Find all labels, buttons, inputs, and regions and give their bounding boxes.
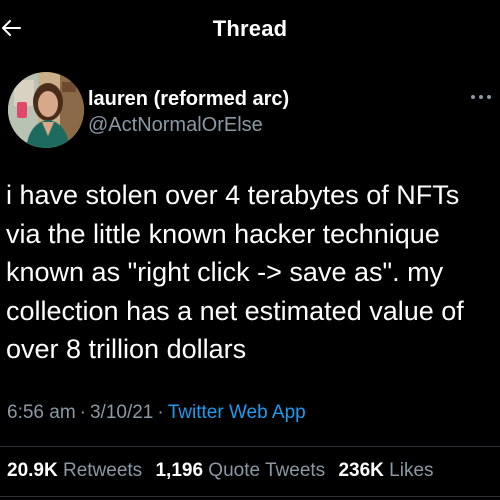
- more-horizontal-icon: [471, 95, 491, 99]
- author-handle[interactable]: @ActNormalOrElse: [88, 114, 263, 137]
- page-title: Thread: [212, 16, 288, 41]
- tweet-source-link[interactable]: Twitter Web App: [168, 402, 306, 423]
- retweets-label: Retweets: [62, 460, 143, 481]
- header: Thread: [0, 0, 500, 58]
- more-options-button[interactable]: [470, 90, 492, 102]
- quote-tweets-count: 1,196: [155, 460, 204, 481]
- likes-stat[interactable]: 236K Likes: [338, 460, 433, 481]
- avatar[interactable]: [8, 72, 84, 148]
- tweet-date[interactable]: 3/10/21: [90, 402, 153, 423]
- meta-separator: ·: [79, 402, 86, 423]
- likes-label: Likes: [389, 460, 434, 481]
- tweet-metadata: 6:56 am · 3/10/21 · Twitter Web App: [7, 402, 306, 424]
- divider: [0, 496, 500, 497]
- retweets-stat[interactable]: 20.9K Retweets: [7, 460, 142, 481]
- author-display-name[interactable]: lauren (reformed arc): [88, 88, 289, 111]
- quote-tweets-stat[interactable]: 1,196 Quote Tweets: [155, 460, 325, 481]
- likes-count: 236K: [338, 460, 384, 481]
- meta-separator: ·: [157, 402, 164, 423]
- tweet-stats: 20.9K Retweets 1,196 Quote Tweets 236K L…: [7, 460, 442, 482]
- divider: [0, 446, 500, 447]
- retweets-count: 20.9K: [7, 460, 58, 481]
- tweet-author: lauren (reformed arc) @ActNormalOrElse: [8, 72, 492, 148]
- quote-tweets-label: Quote Tweets: [208, 460, 326, 481]
- tweet-text: i have stolen over 4 terabytes of NFTs v…: [6, 180, 464, 364]
- avatar-image: [8, 72, 84, 148]
- tweet-time[interactable]: 6:56 am: [7, 402, 76, 423]
